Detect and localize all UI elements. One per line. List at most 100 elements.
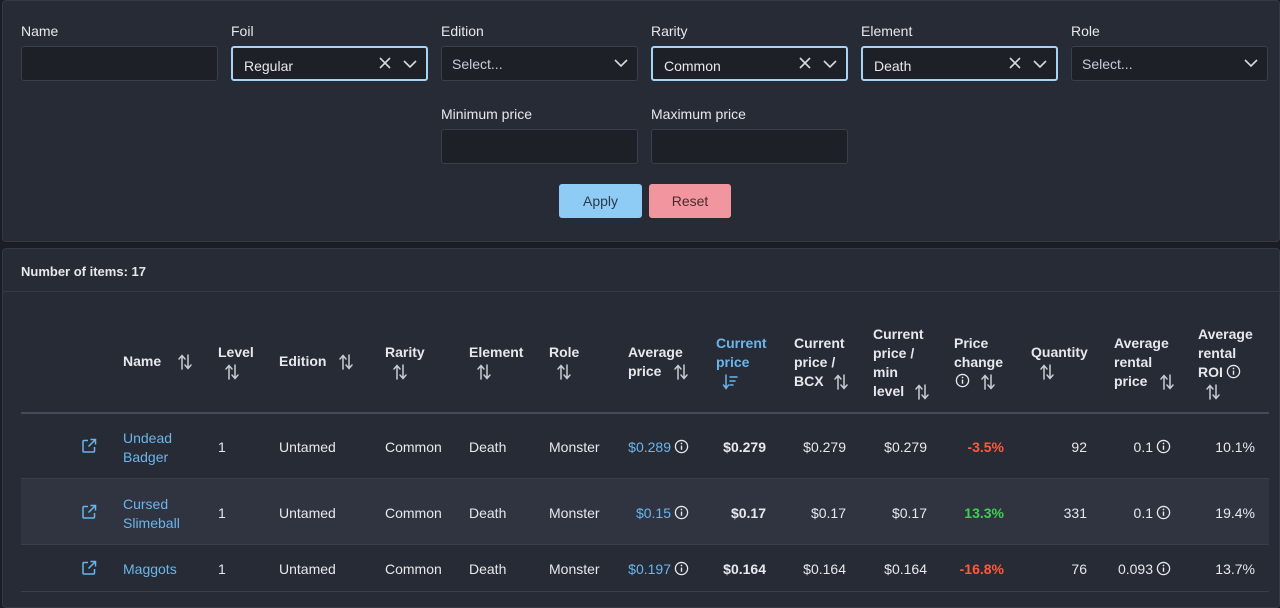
foil-select-value: Regular [244,58,294,74]
average-price-value[interactable]: $0.197 [628,561,671,577]
foil-select[interactable]: Regular [231,46,428,81]
max-price-input[interactable] [651,129,848,164]
current-price-cell: $0.17 [730,505,766,521]
chevron-down-icon[interactable] [1032,57,1048,71]
external-link-icon[interactable] [81,438,97,454]
col-header-average-rental-roi[interactable]: Average rental ROI [1198,325,1253,401]
apply-button[interactable]: Apply [559,184,642,218]
name-input[interactable] [21,46,218,81]
edition-cell: Untamed [279,561,336,577]
sort-icon[interactable] [338,353,354,371]
element-cell: Death [469,505,507,521]
role-label: Role [1071,23,1100,39]
col-header-quantity[interactable]: Quantity [1031,343,1088,381]
sort-icon[interactable] [392,363,408,381]
info-icon[interactable] [955,373,970,388]
rental-price-cell: 0.1 [1093,438,1171,457]
external-link-icon[interactable] [81,504,97,520]
price-change-cell: -3.5% [967,439,1004,455]
price-change-cell: -16.8% [959,561,1004,577]
col-header-name[interactable]: Name [123,352,193,371]
info-icon[interactable] [674,561,689,576]
col-header-label: rental [1114,354,1153,370]
col-header-rarity[interactable]: Rarity [385,343,425,381]
element-cell: Death [469,439,507,455]
min-price-input[interactable] [441,129,638,164]
average-price-value[interactable]: $0.289 [628,439,671,455]
col-header-element[interactable]: Element [469,343,523,381]
edition-label: Edition [441,23,484,39]
average-price-value[interactable]: $0.15 [636,505,671,521]
role-select[interactable]: Select... [1071,46,1268,81]
col-header-label: change [954,354,1004,370]
price-change-cell: 13.3% [964,505,1004,521]
average-price-cell[interactable]: $0.289 [603,438,689,457]
sort-icon[interactable] [914,383,930,401]
col-header-current-price[interactable]: Current price [716,334,767,391]
col-header-level[interactable]: Level [218,343,254,381]
average-price-cell[interactable]: $0.15 [603,504,689,523]
sort-icon[interactable] [833,373,849,391]
col-header-element-label: Element [469,344,524,360]
col-header-average-rental-price[interactable]: Average rental price [1114,334,1175,391]
info-icon[interactable] [674,505,689,520]
info-icon[interactable] [1156,439,1171,454]
close-icon[interactable] [798,56,812,70]
rarity-cell: Common [385,561,442,577]
col-header-role[interactable]: Role [549,343,579,381]
reset-button[interactable]: Reset [649,184,731,218]
level-cell: 1 [218,561,226,577]
card-name-link[interactable]: Undead Badger [123,429,172,467]
bcx-price-cell: $0.17 [810,505,846,521]
card-name-line: Slimeball [123,515,180,531]
col-header-edition[interactable]: Edition [279,352,354,371]
sort-icon[interactable] [980,373,996,391]
chevron-down-icon[interactable] [613,56,629,70]
quantity-cell: 76 [1071,561,1087,577]
col-header-rarity-label: Rarity [385,344,425,360]
name-label: Name [21,23,59,39]
rental-price-value: 0.1 [1133,505,1153,521]
rarity-select[interactable]: Common [651,46,848,81]
sort-icon[interactable] [556,363,572,381]
info-icon[interactable] [1156,561,1171,576]
col-header-price-per-min-level[interactable]: Current price / min level [873,325,930,401]
max-price-label: Maximum price [651,106,746,122]
close-icon[interactable] [378,56,392,70]
sort-icon[interactable] [476,363,492,381]
info-icon[interactable] [674,439,689,454]
info-icon[interactable] [1226,364,1241,379]
col-header-label: price / [873,345,915,361]
chevron-down-icon[interactable] [1243,56,1259,70]
element-select[interactable]: Death [861,46,1058,81]
rental-price-value: 0.1 [1133,439,1153,455]
role-cell: Monster [549,561,600,577]
min-price-label: Minimum price [441,106,533,122]
card-name-line: Cursed [123,496,169,512]
external-link-icon[interactable] [81,560,97,576]
sort-icon[interactable] [1039,363,1055,381]
average-price-cell[interactable]: $0.197 [603,560,689,579]
sort-icon[interactable] [1159,373,1175,391]
rental-roi-cell: 19.4% [1215,505,1255,521]
chevron-down-icon[interactable] [402,57,418,71]
sort-desc-icon[interactable] [722,373,738,391]
col-header-price-per-bcx[interactable]: Current price / BCX [794,334,849,391]
card-name-link[interactable]: Maggots [123,560,177,579]
current-price-cell: $0.164 [723,561,766,577]
col-header-price-change[interactable]: Price change [954,334,1003,391]
filter-panel: Name Foil Regular Edition Select... Rari… [2,0,1280,242]
sort-icon[interactable] [177,353,193,371]
edition-select[interactable]: Select... [441,46,638,81]
sort-icon[interactable] [1205,383,1221,401]
col-header-label: level [873,383,905,399]
sort-icon[interactable] [224,363,240,381]
info-icon[interactable] [1156,505,1171,520]
col-header-average-price[interactable]: Average price [628,343,689,381]
close-icon[interactable] [1008,56,1022,70]
chevron-down-icon[interactable] [822,57,838,71]
sort-icon[interactable] [673,363,689,381]
rental-roi-cell: 10.1% [1215,439,1255,455]
rental-price-cell: 0.093 [1093,560,1171,579]
card-name-link[interactable]: Cursed Slimeball [123,495,180,533]
